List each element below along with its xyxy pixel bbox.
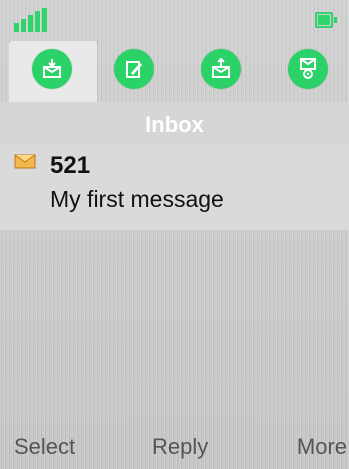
settings-envelope-icon [300, 58, 316, 79]
message-count: 521 [50, 152, 91, 179]
tab-inbox[interactable] [32, 49, 72, 89]
tab-outbox[interactable] [201, 49, 241, 89]
outbox-upload-icon [212, 57, 230, 78]
softkey-reply[interactable]: Reply [152, 434, 208, 460]
page-title: Inbox [145, 112, 204, 137]
softkey-select[interactable]: Select [14, 434, 75, 460]
tab-settings[interactable] [288, 49, 328, 89]
tab-bar [0, 40, 349, 103]
status-bar [0, 0, 349, 40]
tab-compose[interactable] [114, 49, 154, 89]
battery-icon [315, 10, 337, 30]
inbox-download-icon [43, 59, 61, 78]
signal-strength-icon [14, 8, 50, 32]
softkey-more[interactable]: More [297, 434, 347, 460]
envelope-icon [14, 154, 36, 169]
compose-icon [126, 61, 142, 78]
message-list-item[interactable]: 521 My first message [0, 144, 349, 230]
message-subject: My first message [50, 186, 224, 212]
